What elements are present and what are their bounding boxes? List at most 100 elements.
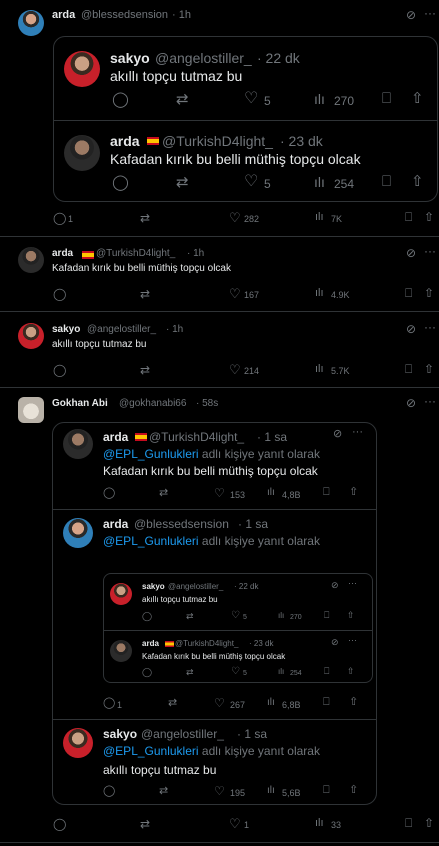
more-icon[interactable]: ··· [352,427,363,438]
repost-icon[interactable]: ⇄ [186,612,194,621]
post-time[interactable]: · 58s [196,398,218,409]
repost-icon[interactable]: ⇄ [159,488,168,499]
share-icon[interactable]: ⇧ [349,785,358,796]
grok-icon[interactable]: ⊘ [406,9,416,21]
views-icon[interactable]: ılı [314,92,325,106]
like-icon[interactable]: ♡ [231,611,240,621]
post-time[interactable]: · 22 dk [234,582,258,591]
avatar[interactable] [63,518,93,548]
repost-icon[interactable]: ⇄ [168,698,177,709]
avatar[interactable] [64,135,100,171]
repost-icon[interactable]: ⇄ [176,175,189,190]
avatar[interactable] [18,397,44,423]
avatar[interactable] [110,583,132,605]
views-icon[interactable]: ılı [278,612,284,620]
more-icon[interactable]: ··· [424,321,436,333]
avatar[interactable] [64,51,100,87]
more-icon[interactable]: ··· [424,7,436,19]
avatar[interactable] [18,323,44,349]
author-name[interactable]: arda [142,639,159,648]
author-handle[interactable]: @angelostiller_ [141,727,224,741]
repost-icon[interactable]: ⇄ [159,786,168,797]
author-handle[interactable]: @TurkishD4light_ [96,248,175,259]
share-icon[interactable]: ⇧ [347,611,355,620]
views-icon[interactable]: ılı [278,668,284,676]
views-icon[interactable]: ılı [315,364,324,375]
post-time[interactable]: · 23 dk [249,639,273,648]
share-icon[interactable]: ⇧ [349,487,358,498]
views-icon[interactable]: ılı [314,175,325,189]
bookmark-icon[interactable]: ⎕ [405,363,412,375]
reply-icon[interactable]: ◯ [142,668,152,677]
like-icon[interactable]: ♡ [214,697,225,709]
views-icon[interactable]: ılı [267,698,275,708]
like-icon[interactable]: ♡ [214,785,225,797]
reply-icon[interactable]: ◯ [142,612,152,621]
more-icon[interactable]: ··· [424,245,436,257]
author-handle[interactable]: @TurkishD4light_ [162,133,273,149]
like-icon[interactable]: ♡ [229,817,241,830]
author-name[interactable]: arda [103,430,128,444]
reply-icon[interactable]: ◯ [53,212,66,224]
post-time[interactable]: · 1 sa [257,430,287,444]
grok-icon[interactable]: ⊘ [333,429,342,440]
author-handle[interactable]: @gokhanabi66 [119,398,186,409]
screenshot-image[interactable]: arda @TurkishD4light_ · 1 sa ⊘ ··· @EPL_… [52,422,377,805]
grok-icon[interactable]: ⊘ [406,397,416,409]
author-handle[interactable]: @blessedsension [134,517,229,531]
like-icon[interactable]: ♡ [244,174,258,190]
more-icon[interactable]: ··· [348,579,357,588]
mention-link[interactable]: @EPL_Gunlukleri [103,534,199,548]
share-icon[interactable]: ⇧ [424,817,434,829]
share-icon[interactable]: ⇧ [424,211,434,223]
grok-icon[interactable]: ⊘ [406,247,416,259]
avatar[interactable] [18,247,44,273]
repost-icon[interactable]: ⇄ [186,668,194,677]
author-handle[interactable]: @TurkishD4light_ [175,639,238,648]
like-icon[interactable]: ♡ [214,487,225,499]
avatar[interactable] [110,640,132,662]
grok-icon[interactable]: ⊘ [331,581,339,590]
post-time[interactable]: · 1 sa [238,517,268,531]
repost-icon[interactable]: ⇄ [140,364,150,376]
repost-icon[interactable]: ⇄ [140,818,150,830]
post-time[interactable]: · 1 sa [237,727,267,741]
bookmark-icon[interactable]: ⎕ [405,287,412,299]
bookmark-icon[interactable]: ⎕ [382,174,391,189]
bookmark-icon[interactable]: ⎕ [324,667,329,676]
author-name[interactable]: arda [103,517,128,531]
bookmark-icon[interactable]: ⎕ [323,785,330,796]
views-icon[interactable]: ılı [267,488,275,498]
bookmark-icon[interactable]: ⎕ [324,611,329,620]
author-handle[interactable]: @angelostiller_ [87,324,156,335]
post-time[interactable]: · 23 dk [280,133,323,149]
reply-icon[interactable]: ◯ [103,786,115,797]
share-icon[interactable]: ⇧ [411,91,424,106]
quoted-thread-card[interactable]: sakyo @angelostiller_ · 22 dk akıllı top… [53,36,438,202]
like-icon[interactable]: ♡ [229,363,241,376]
author-handle[interactable]: @angelostiller_ [155,50,252,66]
bookmark-icon[interactable]: ⎕ [405,817,412,829]
author-name[interactable]: Gokhan Abi [52,398,108,409]
author-handle[interactable]: @TurkishD4light_ [149,430,244,444]
views-icon[interactable]: ılı [315,212,324,223]
reply-icon[interactable]: ◯ [53,288,66,300]
like-icon[interactable]: ♡ [231,667,240,677]
views-icon[interactable]: ılı [315,818,324,829]
avatar[interactable] [63,728,93,758]
avatar[interactable] [63,429,93,459]
bookmark-icon[interactable]: ⎕ [382,91,391,106]
repost-icon[interactable]: ⇄ [140,288,150,300]
reply-icon[interactable]: ◯ [103,488,115,499]
post-time[interactable]: · 22 dk [257,50,300,66]
share-icon[interactable]: ⇧ [349,697,358,708]
post-time[interactable]: · 1h [166,324,183,335]
grok-icon[interactable]: ⊘ [406,323,416,335]
share-icon[interactable]: ⇧ [424,363,434,375]
post-time[interactable]: · 1h [172,9,191,21]
reply-icon[interactable]: ◯ [53,364,66,376]
views-icon[interactable]: ılı [267,786,275,796]
avatar[interactable] [18,10,44,36]
share-icon[interactable]: ⇧ [347,667,355,676]
bookmark-icon[interactable]: ⎕ [405,211,412,223]
